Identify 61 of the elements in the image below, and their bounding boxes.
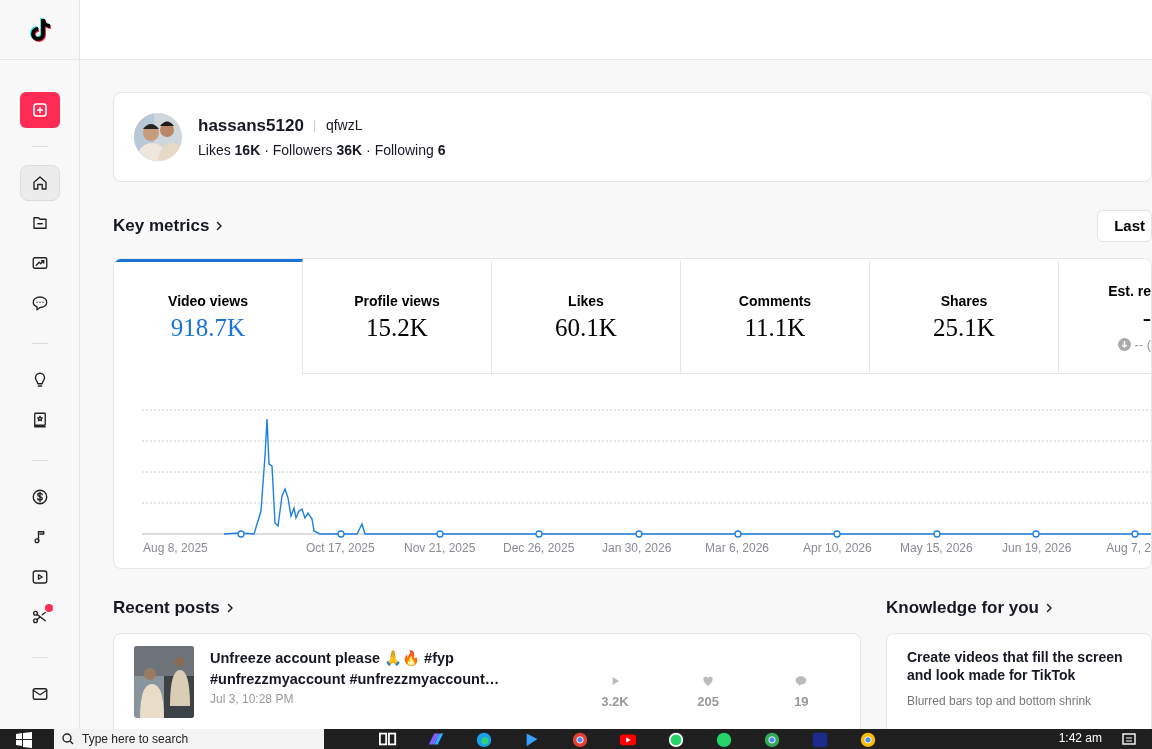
axis-label: Aug 8, 2025 — [143, 541, 208, 555]
section-link[interactable]: Knowledge for you — [886, 595, 1055, 621]
knowledge-text: Blurred bars top and bottom shrink — [907, 692, 1093, 710]
data-point — [933, 530, 941, 538]
axis-label: Jun 19, 2026 — [1002, 541, 1072, 555]
section-link[interactable]: Recent posts — [113, 595, 236, 621]
axis-label: Aug 7, 2 — [1106, 541, 1151, 555]
data-point — [237, 530, 245, 538]
folder-icon — [30, 214, 49, 232]
metric-tab[interactable]: Profile views 15.2K — [303, 259, 492, 374]
knowledge-card[interactable]: Create videos that fill the screen and look made for TikTok Blurred bars top and bottom shrink — [886, 632, 1152, 729]
axis-label: Apr 10, 2026 — [803, 541, 872, 555]
comment-icon — [794, 673, 809, 688]
metric-tab[interactable]: Est. re - -- ( — [1059, 259, 1151, 374]
sidebar-item[interactable] — [19, 165, 60, 201]
axis-label: Mar 6, 2026 — [705, 541, 770, 555]
axis-label: Oct 17, 2025 — [306, 541, 375, 555]
task-view-icon[interactable] — [377, 730, 399, 748]
metric-tab[interactable]: Comments 11.1K — [681, 259, 870, 374]
mail-icon — [30, 685, 49, 703]
metric-tab[interactable]: Video views 918.7K — [114, 259, 303, 374]
axis-label: Dec 26, 2025 — [503, 541, 575, 555]
logo-icon[interactable] — [28, 17, 51, 42]
plus-icon — [32, 103, 47, 117]
upload-button[interactable] — [19, 92, 60, 128]
clock-time: 1:42 am — [1058, 730, 1102, 747]
knowledge-title: Create videos that fill the screen and look made for TikTok — [907, 647, 1124, 684]
windows-start-icon[interactable] — [16, 732, 32, 748]
post-date: Jul 3, 10:28 PM — [210, 690, 295, 708]
date-range-button[interactable]: Last — [1097, 210, 1152, 242]
axis-label: Jan 30, 2026 — [602, 541, 672, 555]
dollar-icon — [30, 488, 49, 506]
notifications-icon[interactable] — [1122, 733, 1136, 745]
user-handle: qfwzL — [325, 116, 363, 135]
data-point — [833, 530, 841, 538]
post-title[interactable]: Unfreeze account please 🙏🔥 #fyp #unfrezzmyaccount #unfrezzmyaccount… — [210, 647, 510, 690]
comment-count: 19 — [794, 692, 809, 711]
metric-tab[interactable]: Shares 25.1K — [870, 259, 1059, 374]
taskbar-search-field[interactable]: Type here to search — [54, 729, 324, 749]
data-point — [436, 530, 444, 538]
data-point — [734, 530, 742, 538]
username: hassans5120 — [198, 114, 304, 137]
section-link[interactable]: Key metrics — [113, 213, 226, 239]
search-icon — [62, 733, 74, 745]
analytics-icon — [30, 254, 49, 272]
profile-stats: Likes 16K · Followers 36K · Following 6 — [198, 141, 446, 161]
home-icon — [30, 174, 49, 192]
data-point — [1131, 530, 1139, 538]
data-point — [635, 530, 643, 538]
data-point — [535, 530, 543, 538]
metric-tab[interactable]: Likes 60.1K — [492, 259, 681, 374]
data-point — [337, 530, 345, 538]
axis-label: Nov 21, 2025 — [404, 541, 476, 555]
scissors-icon — [30, 608, 49, 626]
like-count: 205 — [697, 692, 719, 711]
post-card[interactable]: Unfreeze account please 🙏🔥 #fyp #unfrezzmyaccount #unfrezzmyaccount… Jul 3, 10:28 PM 3.2K 205 19 — [113, 632, 861, 729]
axis-label: May 15, 2026 — [900, 541, 973, 555]
data-point — [1032, 530, 1040, 538]
comment-icon — [30, 294, 49, 312]
video-icon — [30, 568, 49, 586]
view-count: 3.2K — [601, 692, 629, 711]
